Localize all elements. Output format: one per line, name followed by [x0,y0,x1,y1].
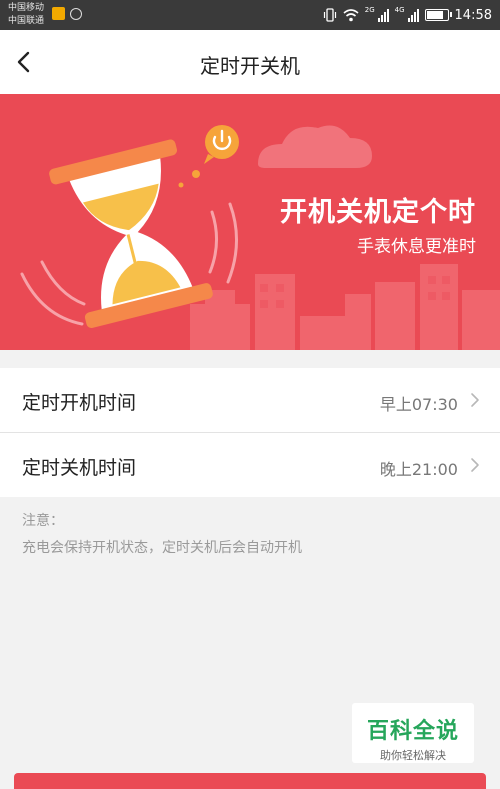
status-bar: 中国移动 中国联通 2G 4G 14:58 [0,0,500,30]
battery-icon [424,9,452,21]
watermark-logo: 百科全说 助你轻松解决 [352,703,474,763]
vibrate-icon [323,8,336,22]
notice-section: 注意： 充电会保持开机状态，定时关机后会自动开机 [22,508,302,562]
power-on-time-row[interactable]: 定时开机时间 早上07:30 [0,368,500,432]
watermark-title: 百科全说 [366,719,459,744]
status-right: 2G 4G 14:58 [323,6,492,24]
power-icon [204,125,239,164]
notice-text: 充电会保持开机状态，定时关机后会自动开机 [22,540,302,556]
power-off-time-label: 定时关机时间 [22,457,137,479]
power-on-time-value: 早上07:30 [379,395,458,414]
banner-title: 开机关机定个时 [280,197,476,228]
page-title: 定时开关机 [200,54,300,78]
carrier-info: 中国移动 中国联通 [8,2,44,28]
chevron-right-icon [471,458,479,472]
status-time: 14:58 [454,7,492,23]
hero-banner: 开机关机定个时 手表休息更准时 [0,94,500,350]
banner-subtitle: 手表休息更准时 [357,237,476,257]
power-off-time-value: 晚上21:00 [379,460,458,479]
network-type-2: 4G [394,6,405,14]
bottom-action-button[interactable] [14,773,486,789]
power-on-time-label: 定时开机时间 [22,392,137,414]
settings-list: 定时开机时间 早上07:30 定时关机时间 晚上21:00 [0,368,500,497]
carrier-1: 中国移动 [8,3,45,13]
carrier-2: 中国联通 [8,16,45,26]
notice-heading: 注意： [22,513,64,529]
network-type-1: 2G [364,6,375,14]
hourglass-illustration [49,139,213,328]
chevron-right-icon [471,393,479,407]
notification-app-icon [52,7,65,20]
app-header: 定时开关机 [0,30,500,94]
notification-circle-icon [70,8,82,20]
signal-2-icon [407,8,419,22]
signal-1-icon [377,8,389,22]
power-off-time-row[interactable]: 定时关机时间 晚上21:00 [0,432,500,497]
wifi-icon [343,8,359,21]
watermark-subtitle: 助你轻松解决 [380,749,446,762]
